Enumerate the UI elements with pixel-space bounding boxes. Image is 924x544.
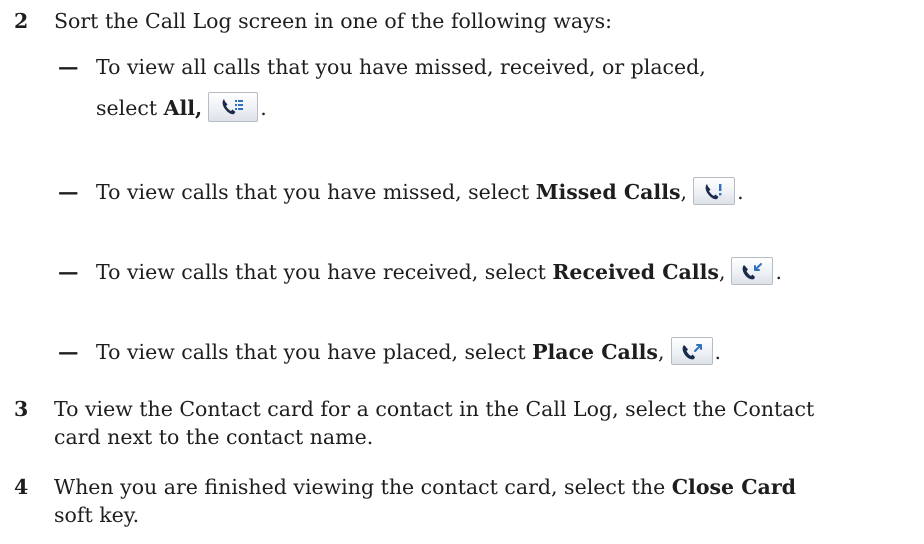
all-calls-icon [222, 98, 244, 114]
dash: — [58, 55, 79, 79]
close-card-label: Close Card [671, 475, 796, 499]
placed-calls-icon [682, 343, 702, 359]
comma: , [718, 260, 726, 284]
step-number: 4 [14, 475, 29, 499]
period: . [775, 260, 782, 284]
step-text: When you are finished viewing the contac… [54, 475, 672, 499]
period: . [714, 340, 722, 364]
step-number: 3 [14, 397, 29, 421]
comma: , [680, 180, 688, 204]
option-text: To view calls that you have placed, sele… [96, 340, 533, 364]
step-text: soft key. [54, 503, 140, 527]
option-label: Missed Calls [535, 180, 681, 204]
missed-calls-button[interactable] [693, 176, 736, 205]
option-label: All, [163, 96, 203, 120]
period: . [737, 180, 744, 204]
step-number: 2 [14, 9, 29, 33]
received-calls-button[interactable] [731, 256, 774, 285]
option-label: Place Calls [532, 340, 658, 364]
received-calls-icon [743, 262, 763, 279]
step-text: card next to the contact name. [54, 425, 374, 449]
all-calls-button[interactable] [208, 91, 259, 122]
dash: — [58, 340, 79, 364]
dash: — [58, 260, 79, 284]
step-text: To view the Contact card for a contact i… [54, 397, 815, 421]
option-label: Received Calls [552, 260, 719, 284]
placed-calls-button[interactable] [670, 336, 713, 365]
period: . [260, 96, 267, 120]
option-text: To view calls that you have received, se… [96, 260, 553, 284]
comma: , [657, 340, 665, 364]
option-text: To view calls that you have missed, sele… [96, 180, 536, 204]
missed-calls-icon [705, 183, 722, 199]
step-text: Sort the Call Log screen in one of the f… [54, 9, 613, 33]
option-text: select [96, 96, 164, 120]
option-text: To view all calls that you have missed, … [96, 55, 706, 79]
dash: — [58, 180, 79, 204]
